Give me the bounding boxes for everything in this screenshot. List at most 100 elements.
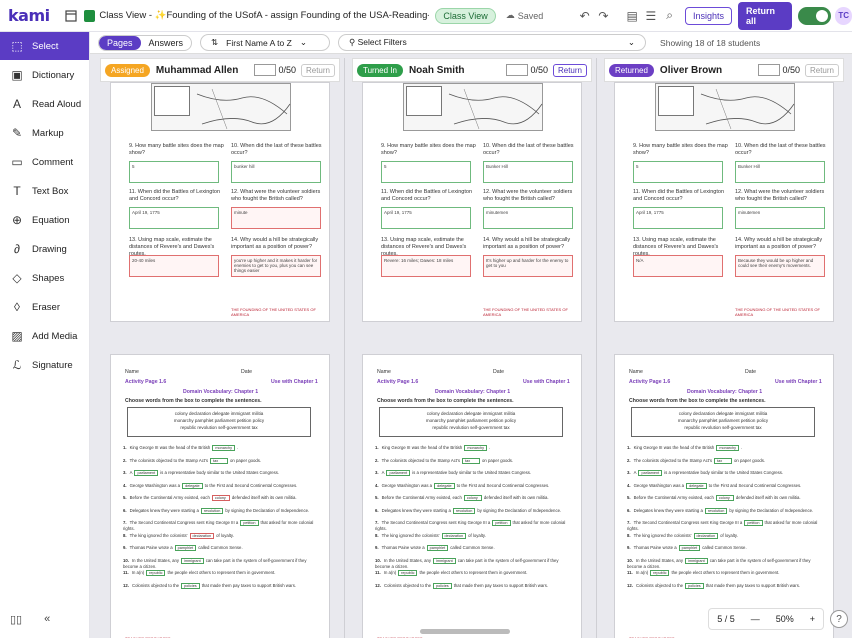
sidebar-item-read-aloud[interactable]: A Read Aloud: [0, 90, 89, 118]
score-input[interactable]: [506, 64, 529, 76]
answer-blank[interactable]: petition: [744, 520, 763, 526]
answer-blank[interactable]: pamphlet: [426, 545, 449, 551]
answer-blank[interactable]: colony: [211, 495, 230, 501]
answer-blank[interactable]: republic: [650, 570, 670, 576]
answer-blank[interactable]: parliament: [386, 470, 411, 476]
answer-blank[interactable]: revolution: [452, 507, 476, 514]
sidebar-item-shapes[interactable]: ◇ Shapes: [0, 264, 89, 292]
tab-answers[interactable]: Answers: [141, 36, 192, 50]
sidebar-item-signature[interactable]: ℒ Signature: [0, 351, 89, 379]
answer-blank[interactable]: delegate: [686, 482, 707, 489]
answer-box-11[interactable]: April 19, 1775: [633, 207, 723, 229]
answer-box-13[interactable]: 20-40 miles: [129, 255, 219, 277]
answer-blank[interactable]: revolution: [200, 507, 224, 514]
answer-box-12[interactable]: minute: [231, 207, 321, 229]
answer-blank[interactable]: republic: [146, 570, 166, 576]
answer-box-11[interactable]: April 19, 1775: [381, 207, 471, 229]
answer-box-9[interactable]: 5: [633, 161, 723, 183]
redo-icon[interactable]: ↷: [596, 8, 611, 24]
sidebar-item-drawing[interactable]: ∂ Drawing: [0, 235, 89, 263]
answer-blank[interactable]: immigrant: [181, 557, 204, 564]
return-button[interactable]: Return: [300, 63, 335, 77]
answer-blank[interactable]: declaration: [693, 532, 719, 539]
answer-blank[interactable]: colony: [463, 495, 482, 501]
answer-blank[interactable]: declaration: [189, 532, 215, 539]
help-button[interactable]: ?: [830, 610, 848, 628]
answer-box-12[interactable]: minutemen: [483, 207, 573, 229]
score-input[interactable]: [254, 64, 277, 76]
return-button[interactable]: Return: [804, 63, 839, 77]
avatar[interactable]: TC: [835, 6, 852, 25]
return-all-button[interactable]: Return all: [737, 1, 793, 30]
answer-box-12[interactable]: minutemen: [735, 207, 825, 229]
answer-blank[interactable]: declaration: [441, 532, 467, 539]
return-button[interactable]: Return: [552, 63, 587, 77]
sentence-number: 2.: [627, 457, 631, 463]
answer-blank[interactable]: immigrant: [685, 557, 708, 564]
settings-sliders-icon[interactable]: ☰: [643, 8, 658, 24]
sidebar-item-select[interactable]: ⬚ Select: [0, 32, 89, 60]
tab-pages[interactable]: Pages: [99, 35, 141, 50]
answer-blank[interactable]: monarchy: [212, 445, 235, 451]
answer-box-14[interactable]: It's higher up and harder for the enemy …: [483, 255, 573, 277]
horizontal-scrollbar[interactable]: [420, 629, 510, 634]
student-toggle[interactable]: [798, 6, 832, 25]
undo-icon[interactable]: ↶: [577, 8, 592, 24]
answer-box-14[interactable]: Because they would be up higher and coul…: [735, 255, 825, 277]
zoom-level[interactable]: 50%: [768, 614, 802, 624]
question-14: 14. Why would a hill be strategically im…: [735, 237, 823, 250]
sidebar-item-eraser[interactable]: ◊ Eraser: [0, 293, 89, 321]
sidebar-toggle-icon[interactable]: [64, 8, 79, 24]
filters-dropdown[interactable]: ⚲ Select Filters ⌄: [338, 34, 647, 51]
page-layout-icon[interactable]: ▯▯: [10, 613, 22, 626]
answer-blank[interactable]: parliament: [638, 470, 663, 476]
collapse-sidebar-icon[interactable]: «: [44, 613, 50, 626]
answer-blank[interactable]: tax: [210, 457, 229, 464]
answer-blank[interactable]: petition: [492, 520, 511, 526]
answer-blank[interactable]: revolution: [704, 507, 728, 514]
answer-blank[interactable]: pamphlet: [678, 545, 701, 551]
class-view-badge[interactable]: Class View: [435, 7, 496, 24]
answer-blank[interactable]: delegate: [182, 482, 203, 489]
answer-blank[interactable]: colony: [715, 495, 734, 501]
answer-box-14[interactable]: you're up higher and it makes it harder …: [231, 255, 321, 277]
search-icon[interactable]: ⌕: [662, 8, 677, 24]
score-input[interactable]: [758, 64, 781, 76]
answer-blank[interactable]: parliament: [134, 470, 159, 476]
answer-box-11[interactable]: April 19, 1775: [129, 207, 219, 229]
answer-blank[interactable]: republic: [398, 570, 418, 576]
answer-blank[interactable]: tax: [462, 457, 481, 464]
sidebar-item-equation[interactable]: ⊕ Equation: [0, 206, 89, 234]
status-badge[interactable]: Turned In: [357, 63, 403, 77]
answer-box-10[interactable]: Bunker Hill: [483, 161, 573, 183]
answer-blank[interactable]: policies: [685, 582, 704, 589]
kami-logo[interactable]: kami: [8, 6, 50, 25]
answer-box-10[interactable]: bunker hill: [231, 161, 321, 183]
answer-blank[interactable]: pamphlet: [174, 545, 197, 551]
sidebar-item-add-media[interactable]: ▨ Add Media: [0, 322, 89, 350]
insights-button[interactable]: Insights: [684, 6, 732, 25]
answer-box-13[interactable]: Revere: 16 miles; Dawes: 18 miles: [381, 255, 471, 277]
zoom-out-button[interactable]: —: [743, 614, 768, 624]
answer-blank[interactable]: delegate: [434, 482, 455, 489]
answer-blank[interactable]: petition: [240, 520, 259, 526]
answer-box-9[interactable]: 5: [381, 161, 471, 183]
sidebar-item-comment[interactable]: ▭ Comment: [0, 148, 89, 176]
answer-blank[interactable]: monarchy: [716, 445, 739, 451]
answer-box-9[interactable]: 5: [129, 161, 219, 183]
answer-blank[interactable]: monarchy: [464, 445, 487, 451]
status-badge[interactable]: Returned: [609, 63, 654, 77]
sidebar-item-text-box[interactable]: T Text Box: [0, 177, 89, 205]
sidebar-item-dictionary[interactable]: ▣ Dictionary: [0, 61, 89, 89]
zoom-in-button[interactable]: +: [802, 614, 823, 624]
status-badge[interactable]: Assigned: [105, 63, 150, 77]
sort-dropdown[interactable]: ⇅ First Name A to Z ⌄: [200, 34, 331, 51]
sidebar-item-markup[interactable]: ✎ Markup: [0, 119, 89, 147]
answer-blank[interactable]: policies: [181, 582, 200, 589]
answer-box-13[interactable]: N/A: [633, 255, 723, 277]
answer-blank[interactable]: tax: [714, 457, 733, 464]
answer-blank[interactable]: immigrant: [433, 557, 456, 564]
answer-blank[interactable]: policies: [433, 582, 452, 589]
answer-box-10[interactable]: Bunker Hill: [735, 161, 825, 183]
document-icon[interactable]: ▤: [625, 8, 640, 24]
